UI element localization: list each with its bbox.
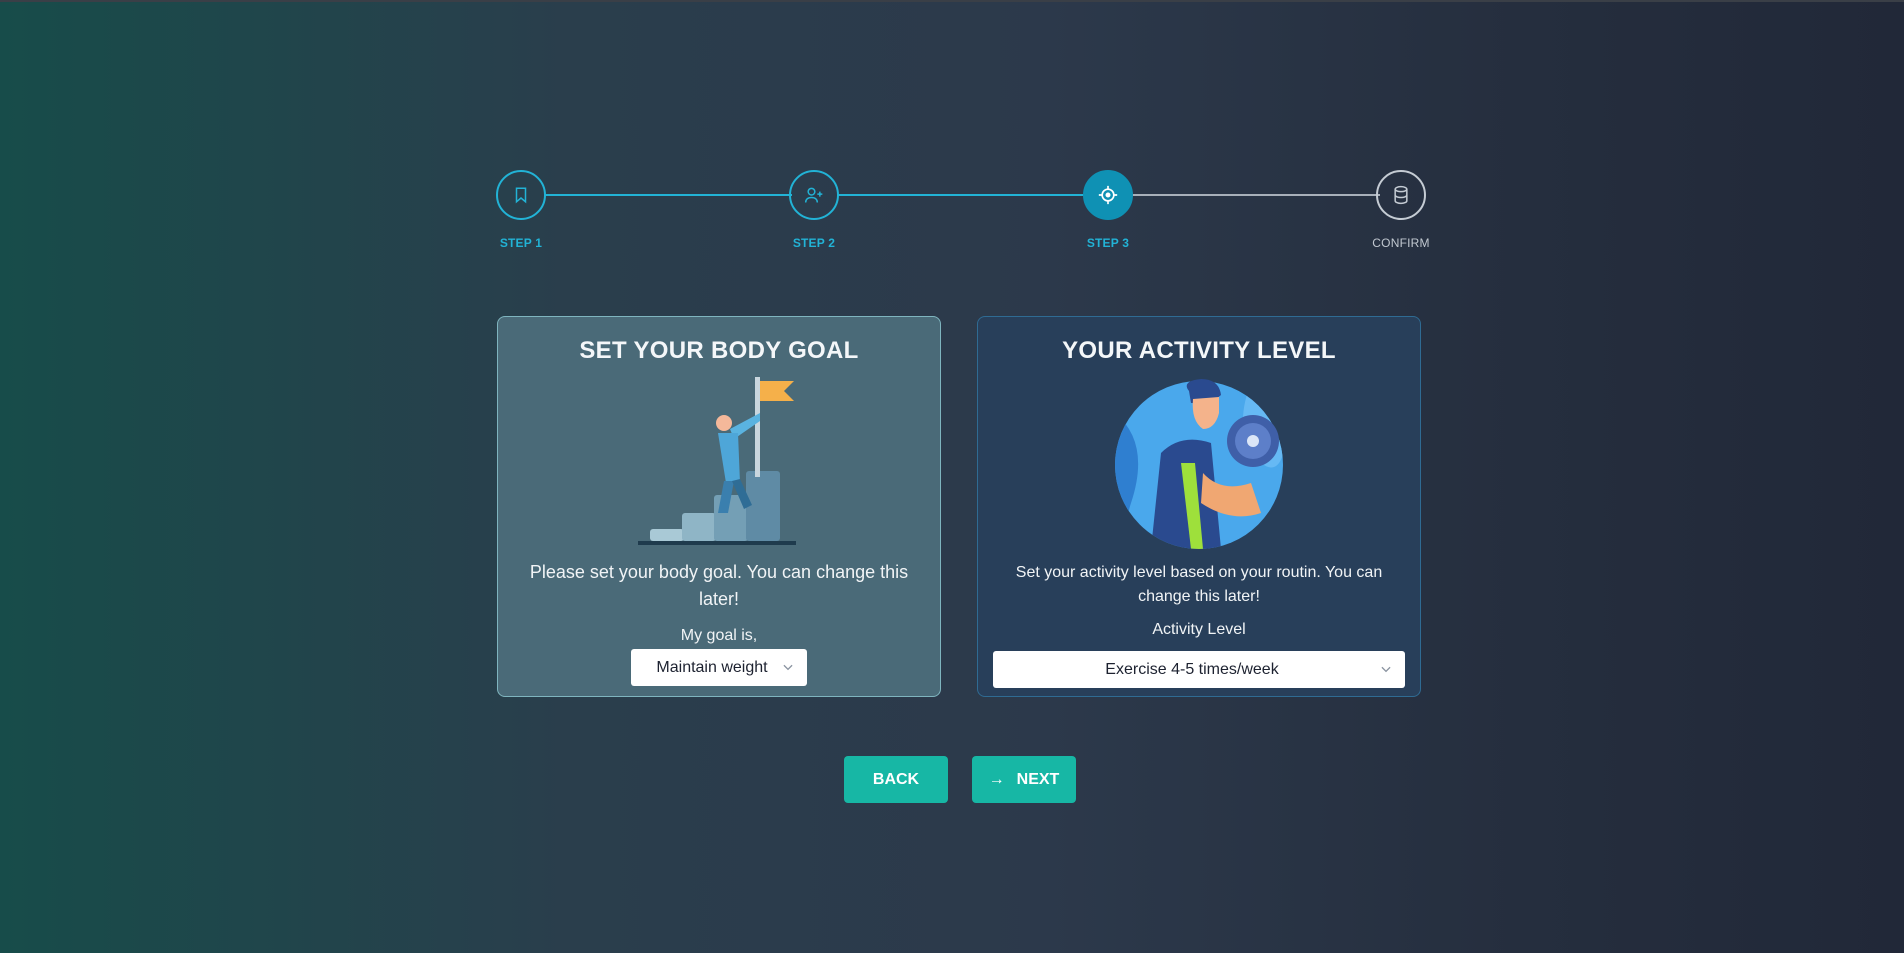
goal-flag-illustration [638, 377, 796, 545]
step-1-circle[interactable] [496, 170, 546, 220]
activity-level-description: Set your activity level based on your ro… [1015, 564, 1383, 605]
step-confirm[interactable]: CONFIRM [1372, 170, 1430, 250]
top-divider [0, 0, 1904, 2]
activity-field-label: Activity Level [1152, 621, 1246, 638]
goal-field-label: My goal is, [680, 627, 758, 644]
back-button[interactable]: BACK [844, 756, 948, 803]
arrow-right-icon: → [988, 770, 1005, 788]
step-3-circle[interactable] [1083, 170, 1133, 220]
goal-select[interactable]: Maintain weight [631, 649, 807, 686]
step-3-label: STEP 3 [1086, 236, 1130, 250]
step-2-label: STEP 2 [792, 236, 836, 250]
step-3[interactable]: STEP 3 [1083, 170, 1133, 250]
step-2-circle[interactable] [789, 170, 839, 220]
database-icon [1394, 185, 1408, 205]
goal-select-value: Maintain weight [656, 658, 768, 676]
body-goal-description: Please set your body goal. You can chang… [529, 562, 909, 609]
chevron-down-icon [783, 664, 793, 671]
next-button[interactable]: → NEXT [972, 756, 1076, 803]
body-goal-title: SET YOUR BODY GOAL [579, 337, 859, 364]
step-confirm-label: CONFIRM [1372, 236, 1430, 250]
step-2[interactable]: STEP 2 [789, 170, 839, 250]
activity-level-title: YOUR ACTIVITY LEVEL [1062, 337, 1336, 364]
step-1[interactable]: STEP 1 [496, 170, 546, 250]
back-button-label: BACK [872, 770, 920, 788]
stepper-line-2 [838, 194, 1086, 196]
activity-select-value: Exercise 4-5 times/week [1105, 660, 1279, 678]
step-1-label: STEP 1 [499, 236, 543, 250]
stepper-line-3 [1132, 194, 1380, 196]
chevron-down-icon [1381, 666, 1391, 673]
activity-level-card: YOUR ACTIVITY LEVEL Set your activity le… [977, 316, 1421, 697]
fitness-man-illustration [1115, 379, 1283, 549]
target-icon [1098, 185, 1118, 205]
next-button-label: NEXT [1016, 770, 1060, 788]
body-goal-card: SET YOUR BODY GOAL Please set your body … [497, 316, 941, 697]
bookmark-icon [515, 187, 527, 204]
stepper: STEP 1 STEP 2 STEP 3 CONFIRM [496, 170, 1430, 260]
stepper-line-1 [544, 194, 792, 196]
step-confirm-circle[interactable] [1376, 170, 1426, 220]
user-plus-icon [804, 187, 823, 203]
activity-level-select[interactable]: Exercise 4-5 times/week [993, 651, 1405, 688]
